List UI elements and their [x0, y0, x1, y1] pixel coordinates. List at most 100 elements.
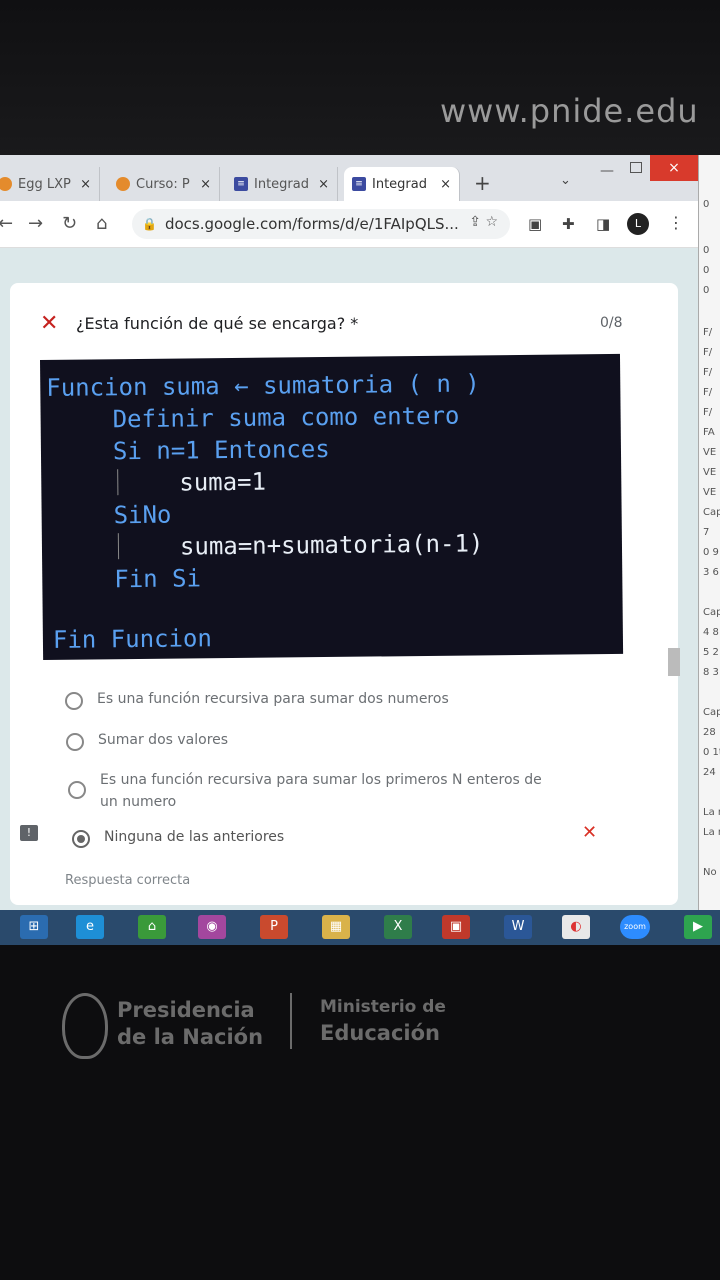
radio-button[interactable]	[66, 733, 84, 751]
forms-icon: ≡	[352, 177, 366, 191]
brand-nacion: de la Nación	[117, 1025, 264, 1049]
sheet-cell: Cap	[703, 507, 720, 518]
menu-icon[interactable]: ⋮	[668, 213, 684, 232]
sheet-cell: VE	[703, 447, 717, 458]
option-label: Es una función recursiva para sumar dos …	[97, 691, 449, 707]
reload-icon[interactable]: ↻	[62, 213, 77, 234]
taskbar: ⊞ e ⌂ ◉ P ▦ X ▣ W ◐ zoom ▶	[0, 910, 720, 945]
tab-integrad-1[interactable]: ≡ Integrad ×	[226, 167, 338, 201]
option-4[interactable]: Ninguna de las anteriores	[72, 829, 284, 848]
wrong-answer-icon: ✕	[582, 822, 598, 843]
sheet-cell: F/	[703, 367, 713, 378]
code-line: Fin Si	[114, 564, 201, 593]
code-line: suma=1	[179, 468, 266, 497]
brand-divider	[290, 993, 292, 1049]
code-text: Fin Funcion	[52, 624, 213, 654]
lock-icon: 🔒	[142, 217, 157, 231]
sheet-cell: Cap	[703, 607, 720, 618]
code-line: Definir suma como entero	[112, 402, 459, 434]
option-2[interactable]: Sumar dos valores	[66, 732, 228, 751]
tab-label: Integrad	[254, 176, 309, 192]
extension-icon[interactable]: ▣	[528, 215, 542, 233]
code-line: Funcion suma ← sumatoria ( n )	[46, 369, 480, 402]
minimize-button[interactable]: —	[600, 163, 614, 179]
question-title: ¿Esta función de qué se encarga? *	[76, 314, 359, 333]
sheet-cell: Cap	[703, 707, 720, 718]
option-label: Sumar dos valores	[98, 732, 229, 748]
address-bar[interactable]: 🔒 docs.google.com/forms/d/e/1FAIpQLS... …	[132, 209, 510, 239]
powerpoint-icon[interactable]: P	[260, 915, 288, 939]
close-tab-icon[interactable]: ×	[200, 177, 211, 192]
store-icon[interactable]: ⌂	[138, 915, 166, 939]
egg-icon	[0, 177, 12, 191]
file-explorer-icon[interactable]: ▦	[322, 915, 350, 939]
word-icon[interactable]: W	[504, 915, 532, 939]
camera-icon[interactable]: ◉	[198, 915, 226, 939]
radio-button-selected[interactable]	[72, 830, 90, 848]
sheet-cell: 0	[703, 265, 710, 276]
code-text: suma=n+sumatoria(n-1)	[179, 529, 484, 561]
zoom-icon[interactable]: zoom	[620, 915, 650, 939]
background-spreadsheet: 0 0 0 0 F/F/F/F/F/FA VE VE VE Cap 7 0 9 3 6 Cap 4 8 5 …	[698, 155, 720, 910]
option-label: Ninguna de las anteriores	[104, 829, 285, 845]
chrome-icon[interactable]: ◐	[562, 915, 590, 939]
feedback-text: Respuesta correcta	[65, 873, 191, 888]
tab-curso[interactable]: Curso: P ×	[108, 167, 220, 201]
monitor-bezel: www.pnide.edu	[0, 0, 720, 160]
puzzle-icon[interactable]: ✚	[562, 215, 575, 233]
internet-explorer-icon[interactable]: e	[76, 915, 104, 939]
address-url: docs.google.com/forms/d/e/1FAIpQLS...	[164, 215, 459, 233]
sheet-cell: F/	[703, 327, 713, 338]
sheet-cell: FA	[703, 427, 715, 438]
code-text: Funcion suma ← sumatoria ( n )	[46, 369, 480, 402]
side-panel-icon[interactable]: ◨	[596, 215, 610, 233]
close-tab-icon[interactable]: ×	[440, 177, 451, 192]
code-text: Si n=1 Entonces	[112, 434, 330, 466]
browser-toolbar: ← → ↻ ⌂ 🔒 docs.google.com/forms/d/e/1FAI…	[0, 201, 698, 248]
code-line: suma=n+sumatoria(n-1)	[180, 529, 484, 560]
close-tab-icon[interactable]: ×	[318, 177, 329, 192]
sheet-cell: F/	[703, 407, 713, 418]
window-close-button[interactable]: ×	[650, 155, 698, 181]
sheet-cell: 0	[703, 245, 710, 256]
close-tab-icon[interactable]: ×	[80, 177, 91, 192]
tab-label: Egg LXP	[18, 176, 71, 192]
option-3[interactable]: Es una función recursiva para sumar los …	[68, 769, 548, 813]
tab-egg-lxp[interactable]: Egg LXP ×	[0, 167, 100, 201]
tab-label: Integrad	[372, 176, 427, 192]
app-green-icon[interactable]: ▶	[684, 915, 712, 939]
feedback-icon[interactable]: !	[20, 825, 38, 841]
code-line: Fin Funcion	[53, 624, 212, 654]
option-1[interactable]: Es una función recursiva para sumar dos …	[65, 691, 449, 710]
share-and-star-icons[interactable]: ⇪ ☆	[469, 214, 498, 230]
code-line: Si n=1 Entonces	[113, 435, 330, 465]
app-icon[interactable]: ▣	[442, 915, 470, 939]
sheet-cell: F/	[703, 387, 713, 398]
tab-integrad-active[interactable]: ≡ Integrad ×	[344, 167, 460, 201]
excel-icon[interactable]: X	[384, 915, 412, 939]
forward-icon[interactable]: →	[28, 213, 43, 234]
indent-guide	[117, 533, 120, 560]
maximize-button[interactable]	[630, 162, 642, 173]
sheet-cell: 0	[703, 199, 710, 210]
new-tab-button[interactable]: +	[474, 171, 491, 195]
sheet-cell: 24	[703, 767, 716, 778]
home-icon[interactable]: ⌂	[96, 213, 107, 234]
question-card: ✕ ¿Esta función de qué se encarga? * 0/8…	[10, 283, 678, 905]
tab-label: Curso: P	[136, 176, 190, 192]
sheet-cell: F/	[703, 347, 713, 358]
sheet-cell: 8 3	[703, 667, 719, 678]
option-label: Es una función recursiva para sumar los …	[100, 772, 542, 810]
code-line: SiNo	[113, 501, 171, 530]
radio-button[interactable]	[68, 781, 86, 799]
avatar[interactable]: L	[627, 213, 649, 235]
windows-start-icon[interactable]: ⊞	[20, 915, 48, 939]
back-icon[interactable]: ←	[0, 213, 13, 234]
scrollbar-thumb[interactable]	[668, 648, 680, 676]
sheet-cell: 28	[703, 727, 716, 738]
radio-button[interactable]	[65, 692, 83, 710]
tab-bar: Egg LXP × Curso: P × ≡ Integrad × ≡ Inte…	[0, 155, 698, 201]
tab-search-chevron-icon[interactable]: ⌄	[560, 173, 571, 188]
sheet-cell: VE	[703, 487, 717, 498]
code-text: SiNo	[113, 500, 172, 530]
